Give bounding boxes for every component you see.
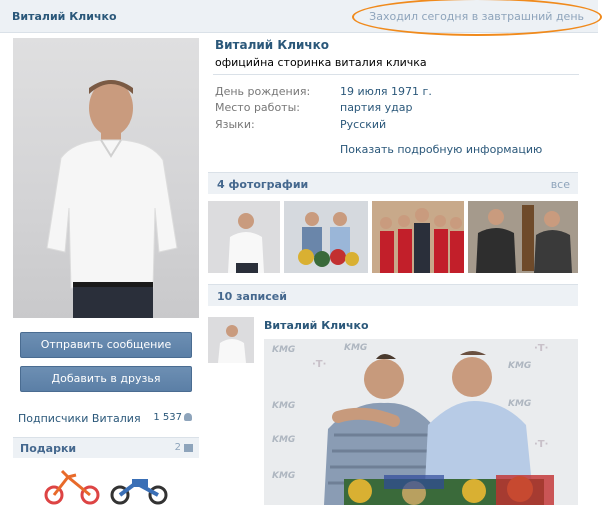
profile-name: Виталий Кличко	[215, 38, 330, 52]
wall-header[interactable]: 10 записей	[208, 284, 578, 306]
photos-all-link[interactable]: все	[551, 178, 570, 191]
photo-thumbnail[interactable]	[372, 201, 464, 273]
subscribers-count: 1 537	[153, 412, 192, 423]
gift-images[interactable]	[40, 465, 180, 505]
profile-status[interactable]: официйна сторинка виталия кличка	[215, 56, 427, 69]
header-name[interactable]: Виталий Кличко	[12, 10, 117, 23]
show-more-link[interactable]: Показать подробную информацию	[340, 143, 542, 156]
subscribers-label: Подписчики Виталия	[18, 412, 141, 425]
info-row-languages: Языки: Русский	[215, 118, 387, 131]
divider	[213, 74, 579, 75]
info-row-work: Место работы: партия удар	[215, 101, 413, 114]
post-author-name[interactable]: Виталий Кличко	[264, 319, 369, 332]
gifts-header[interactable]: Подарки 2	[13, 437, 199, 458]
add-friend-button[interactable]: Добавить в друзья	[20, 366, 192, 392]
photos-title: 4 фотографии	[217, 178, 309, 191]
gift-icon	[184, 444, 193, 452]
tricycle-gift	[44, 469, 100, 505]
subscribers-link[interactable]: Подписчики Виталия 1 537	[18, 412, 196, 425]
user-icon	[184, 413, 192, 421]
wall-title: 10 записей	[217, 290, 287, 303]
photo-thumbnail[interactable]	[468, 201, 578, 273]
profile-avatar[interactable]	[13, 38, 199, 318]
send-message-button[interactable]: Отправить сообщение	[20, 332, 192, 358]
photos-header[interactable]: 4 фотографии все	[208, 172, 578, 194]
info-row-birthday: День рождения: 19 июля 1971 г.	[215, 85, 432, 98]
photo-thumbnail[interactable]	[284, 201, 368, 273]
brothers-photo	[324, 351, 554, 505]
gifts-count: 2	[174, 442, 181, 453]
motorcycle-gift	[110, 479, 168, 505]
photo-thumbnail[interactable]	[208, 201, 280, 273]
post-author-avatar[interactable]	[208, 317, 254, 363]
post-image[interactable]: KMG KMG KMG KMG KMG KMG KMG ·T· ·T· ·T·	[264, 339, 578, 505]
avatar-photo	[46, 80, 178, 318]
gifts-title: Подарки	[20, 442, 77, 455]
